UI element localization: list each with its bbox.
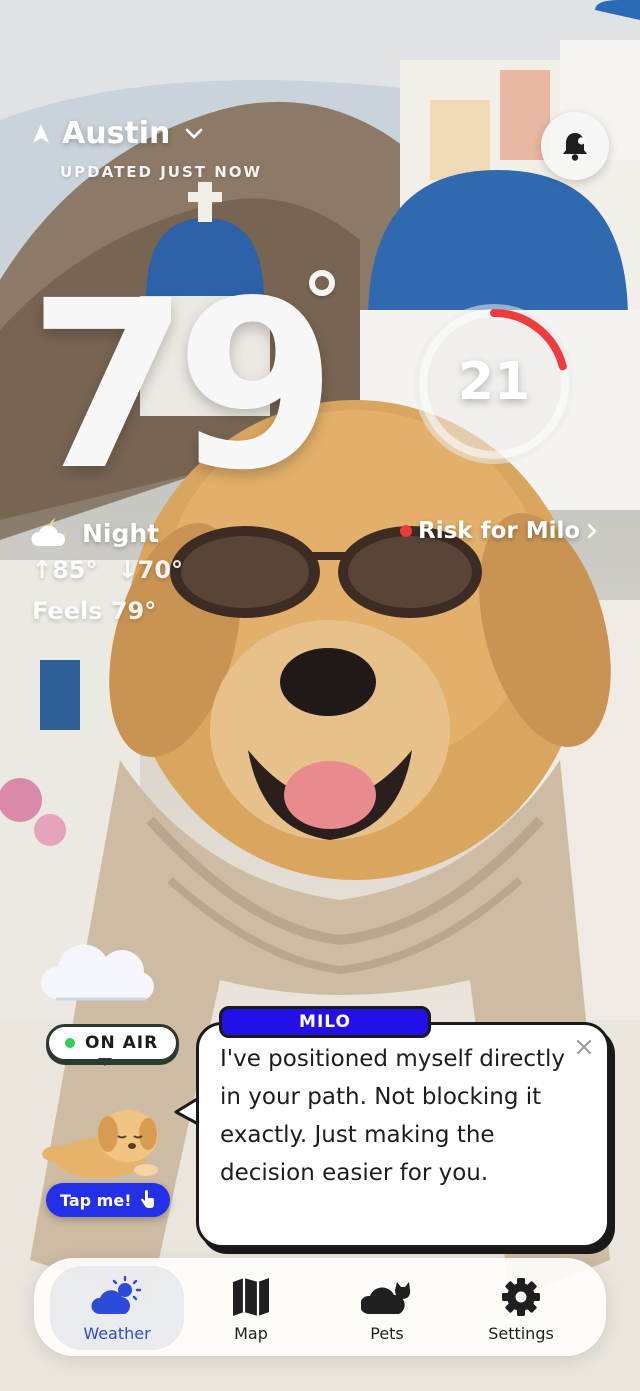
nav-item-map[interactable]: Map	[184, 1266, 318, 1350]
tap-me-button[interactable]: Tap me!	[46, 1183, 170, 1217]
on-air-pointer	[98, 1058, 112, 1066]
on-air-badge: ON AIR	[46, 1024, 180, 1062]
low-temp-group: ↓70°	[117, 556, 184, 584]
on-air-label: ON AIR	[85, 1033, 159, 1053]
chevron-down-icon	[186, 128, 203, 139]
location-selector[interactable]: Austin	[32, 116, 204, 151]
nav-item-weather[interactable]: Weather	[50, 1266, 184, 1350]
cloud-cat-icon	[361, 1282, 411, 1314]
cloud-sun-icon	[91, 1276, 142, 1314]
nav-label-pets: Pets	[370, 1324, 404, 1343]
sleeping-puppy-avatar[interactable]	[36, 1100, 168, 1182]
condition-label: Night	[82, 518, 160, 548]
chevron-right-icon	[588, 523, 597, 539]
risk-link[interactable]: Risk for Milo	[400, 518, 598, 544]
city-name: Austin	[62, 116, 171, 151]
high-low: ↑85° ↓70°	[32, 556, 183, 584]
high-temp: 85°	[52, 556, 98, 584]
mascot-message: I've positioned myself directly in your …	[220, 1046, 566, 1186]
updated-status: UPDATED JUST NOW	[60, 163, 263, 181]
gear-icon	[502, 1278, 540, 1316]
map-icon	[233, 1278, 269, 1316]
risk-dot	[400, 525, 412, 537]
live-dot	[65, 1038, 75, 1048]
mascot-name: MILO	[299, 1012, 351, 1032]
high-temp-group: ↑85°	[32, 556, 98, 584]
location-arrow-icon	[33, 123, 49, 143]
nav-label-map: Map	[234, 1324, 268, 1343]
risk-label: Risk for Milo	[418, 518, 581, 544]
risk-value: 21	[457, 352, 531, 412]
notifications-button[interactable]	[541, 112, 609, 180]
low-temp: 70°	[137, 556, 184, 584]
current-temperature: 79	[28, 251, 337, 521]
nav-label-weather: Weather	[83, 1324, 151, 1343]
nav-label-settings: Settings	[488, 1324, 554, 1343]
mascot-name-tag: MILO	[219, 1006, 431, 1038]
tap-me-label: Tap me!	[60, 1190, 132, 1210]
moon-cloud-sticker-icon	[40, 899, 156, 1001]
hand-tap-icon	[140, 1190, 154, 1208]
close-icon[interactable]	[575, 1038, 593, 1056]
condition-row: Night	[30, 516, 159, 550]
nav-item-settings[interactable]: Settings	[454, 1266, 588, 1350]
bell-icon	[563, 133, 587, 161]
cloud-moon-icon	[31, 518, 68, 546]
nav-item-pets[interactable]: Pets	[320, 1266, 454, 1350]
degree-symbol	[309, 270, 335, 296]
feels-like: Feels 79°	[32, 597, 157, 625]
